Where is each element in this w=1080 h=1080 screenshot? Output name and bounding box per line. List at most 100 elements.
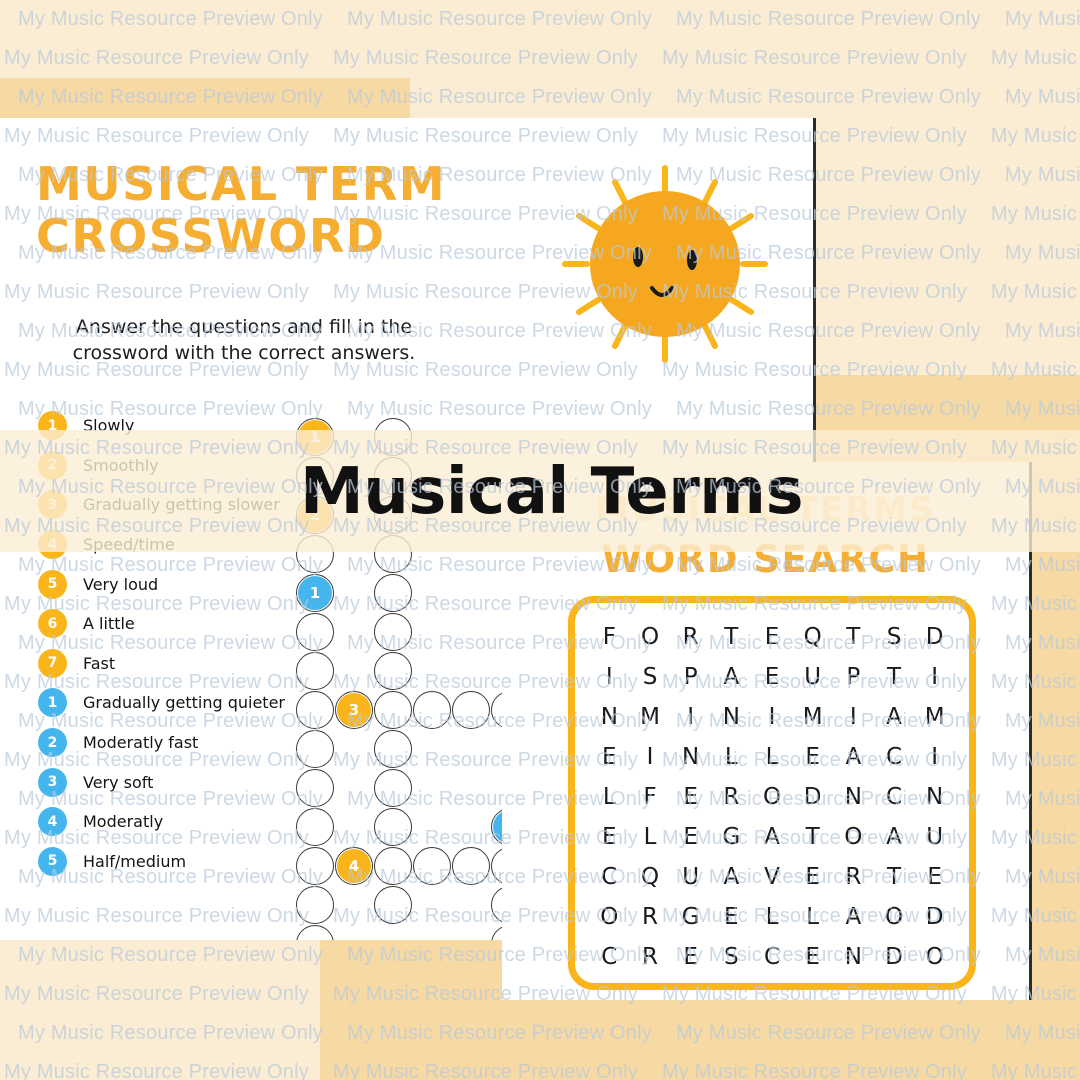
wordsearch-letter[interactable]: T (874, 857, 915, 897)
wordsearch-letter[interactable]: M (792, 697, 833, 737)
wordsearch-letter[interactable]: C (589, 937, 630, 977)
wordsearch-letter[interactable]: U (914, 817, 955, 857)
wordsearch-letter[interactable]: E (752, 657, 793, 697)
wordsearch-letter[interactable]: L (630, 817, 671, 857)
crossword-cell[interactable] (296, 730, 334, 768)
crossword-cell[interactable] (374, 808, 412, 846)
wordsearch-letter[interactable]: E (670, 937, 711, 977)
wordsearch-letter[interactable]: P (670, 657, 711, 697)
wordsearch-letter[interactable]: E (711, 897, 752, 937)
wordsearch-letter[interactable]: O (914, 937, 955, 977)
crossword-cell[interactable] (452, 847, 490, 885)
wordsearch-letter[interactable]: N (711, 697, 752, 737)
wordsearch-letter[interactable]: E (589, 817, 630, 857)
clue-row-down-4[interactable]: 4 Moderatly (38, 802, 308, 842)
wordsearch-letter[interactable]: O (833, 817, 874, 857)
wordsearch-letter[interactable]: O (874, 897, 915, 937)
wordsearch-letter[interactable]: C (589, 857, 630, 897)
clue-row-across-7[interactable]: 7 Fast (38, 644, 308, 684)
crossword-cell[interactable] (296, 613, 334, 651)
clue-row-down-2[interactable]: 2 Moderatly fast (38, 723, 308, 763)
crossword-cell[interactable] (296, 808, 334, 846)
wordsearch-letter[interactable]: F (630, 777, 671, 817)
wordsearch-letter[interactable]: N (589, 697, 630, 737)
wordsearch-letter-grid[interactable]: FORTEQTSDISPAEUPTINMINIMIAMEINLLEACILFER… (589, 617, 955, 977)
crossword-cell[interactable] (374, 574, 412, 612)
wordsearch-letter[interactable]: L (752, 737, 793, 777)
clue-row-down-1[interactable]: 1 Gradually getting quieter (38, 683, 308, 723)
wordsearch-letter[interactable]: T (711, 617, 752, 657)
wordsearch-letter[interactable]: A (833, 897, 874, 937)
crossword-cell[interactable] (296, 847, 334, 885)
wordsearch-letter[interactable]: Q (630, 857, 671, 897)
wordsearch-letter[interactable]: A (752, 817, 793, 857)
wordsearch-letter[interactable]: N (833, 937, 874, 977)
wordsearch-letter[interactable]: G (711, 817, 752, 857)
wordsearch-letter[interactable]: E (589, 737, 630, 777)
wordsearch-letter[interactable]: U (792, 657, 833, 697)
wordsearch-letter[interactable]: D (874, 937, 915, 977)
crossword-cell[interactable] (374, 886, 412, 924)
wordsearch-letter[interactable]: S (711, 937, 752, 977)
crossword-cell[interactable] (413, 847, 451, 885)
wordsearch-letter[interactable]: N (670, 737, 711, 777)
crossword-cell[interactable] (413, 691, 451, 729)
crossword-cell[interactable] (296, 886, 334, 924)
wordsearch-letter[interactable]: C (874, 737, 915, 777)
clue-row-down-3[interactable]: 3 Very soft (38, 762, 308, 802)
crossword-cell[interactable] (374, 691, 412, 729)
wordsearch-letter[interactable]: O (630, 617, 671, 657)
wordsearch-letter[interactable]: D (914, 617, 955, 657)
crossword-cell[interactable] (374, 847, 412, 885)
crossword-cell[interactable] (296, 691, 334, 729)
wordsearch-letter[interactable]: A (874, 817, 915, 857)
wordsearch-letter[interactable]: V (752, 857, 793, 897)
wordsearch-letter[interactable]: O (752, 777, 793, 817)
wordsearch-letter[interactable]: E (914, 857, 955, 897)
wordsearch-letter[interactable]: I (589, 657, 630, 697)
wordsearch-letter[interactable]: I (914, 657, 955, 697)
wordsearch-letter[interactable]: T (792, 817, 833, 857)
clue-row-across-5[interactable]: 5 Very loud (38, 564, 308, 604)
wordsearch-letter[interactable]: D (792, 777, 833, 817)
crossword-cell[interactable] (374, 730, 412, 768)
wordsearch-letter[interactable]: S (874, 617, 915, 657)
wordsearch-letter[interactable]: I (914, 737, 955, 777)
wordsearch-letter[interactable]: S (630, 657, 671, 697)
wordsearch-letter[interactable]: E (670, 777, 711, 817)
wordsearch-letter[interactable]: L (752, 897, 793, 937)
wordsearch-letter[interactable]: Q (792, 617, 833, 657)
crossword-cell[interactable] (296, 925, 334, 940)
wordsearch-letter[interactable]: L (589, 777, 630, 817)
wordsearch-letter[interactable]: A (874, 697, 915, 737)
wordsearch-letter[interactable]: G (670, 897, 711, 937)
wordsearch-letter[interactable]: F (589, 617, 630, 657)
wordsearch-letter[interactable]: T (833, 617, 874, 657)
wordsearch-letter[interactable]: M (914, 697, 955, 737)
wordsearch-letter[interactable]: E (752, 617, 793, 657)
crossword-cell[interactable] (296, 652, 334, 690)
crossword-cell[interactable] (374, 613, 412, 651)
wordsearch-letter[interactable]: R (711, 777, 752, 817)
wordsearch-letter[interactable]: A (711, 857, 752, 897)
wordsearch-letter[interactable]: U (670, 857, 711, 897)
wordsearch-letter[interactable]: I (630, 737, 671, 777)
clue-row-across-6[interactable]: 6 A little (38, 604, 308, 644)
wordsearch-letter[interactable]: I (752, 697, 793, 737)
wordsearch-letter[interactable]: D (914, 897, 955, 937)
wordsearch-letter[interactable]: L (792, 897, 833, 937)
wordsearch-letter[interactable]: T (874, 657, 915, 697)
wordsearch-letter[interactable]: A (833, 737, 874, 777)
wordsearch-letter[interactable]: E (670, 817, 711, 857)
crossword-cell[interactable] (374, 769, 412, 807)
wordsearch-letter[interactable]: E (792, 857, 833, 897)
wordsearch-letter[interactable]: N (833, 777, 874, 817)
wordsearch-letter[interactable]: N (914, 777, 955, 817)
wordsearch-letter[interactable]: R (630, 897, 671, 937)
wordsearch-letter[interactable]: A (711, 657, 752, 697)
wordsearch-letter[interactable]: P (833, 657, 874, 697)
wordsearch-letter[interactable]: M (630, 697, 671, 737)
wordsearch-letter[interactable]: R (833, 857, 874, 897)
wordsearch-letter[interactable]: C (752, 937, 793, 977)
wordsearch-letter[interactable]: E (792, 737, 833, 777)
